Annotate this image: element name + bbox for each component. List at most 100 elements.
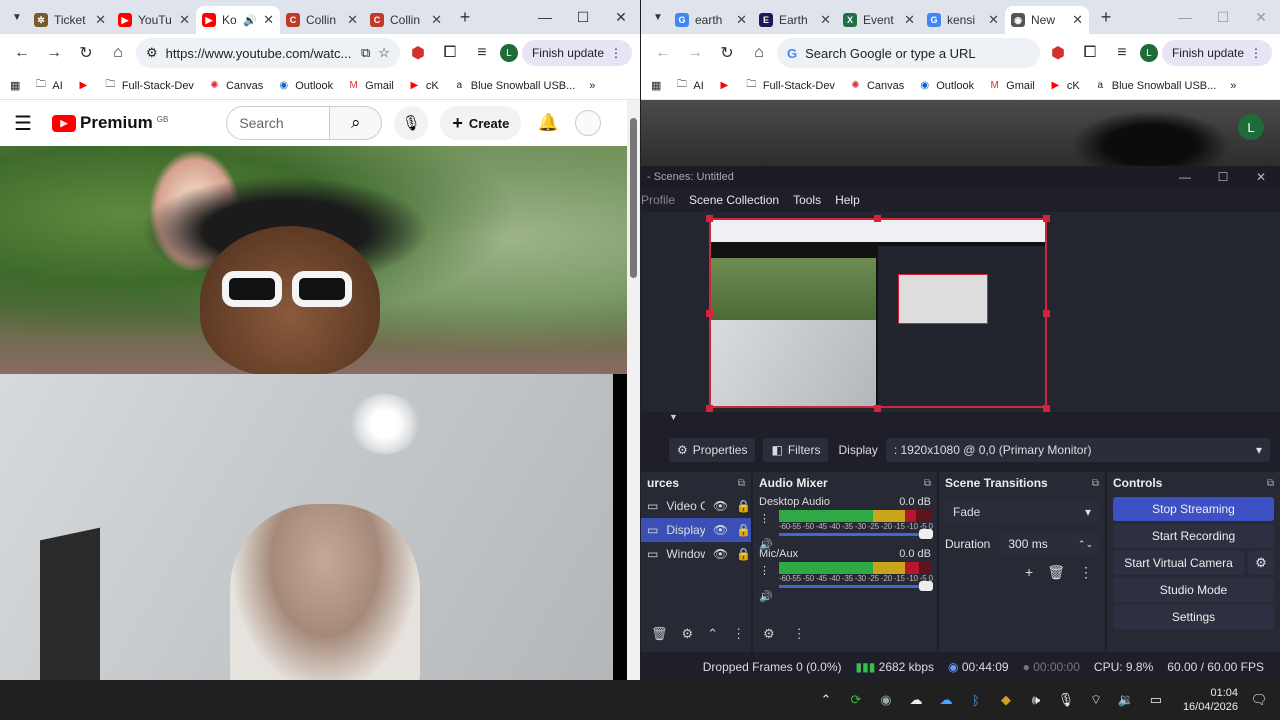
maximize-icon[interactable]: ☐ — [1204, 0, 1242, 34]
extensions-puzzle-icon[interactable]: ⧠ — [1076, 39, 1104, 67]
network-cloud-icon[interactable]: ☁ — [907, 692, 925, 708]
apps-grid-icon[interactable]: ▦ — [10, 79, 20, 92]
media-controls-icon[interactable]: ≡ — [1108, 39, 1136, 67]
scrollbar-thumb[interactable] — [630, 118, 637, 278]
adblock-extension-icon[interactable]: ⬢ — [404, 39, 432, 67]
onedrive-icon[interactable]: ☁ — [937, 692, 955, 708]
lock-icon[interactable]: 🔒 — [736, 499, 751, 513]
install-app-icon[interactable]: ⧉ — [361, 45, 370, 61]
back-arrow-icon[interactable]: ← — [8, 39, 36, 67]
tab-1[interactable]: E Earth ✕ — [753, 6, 837, 34]
account-avatar[interactable] — [575, 110, 602, 136]
forward-arrow-icon[interactable]: → — [681, 39, 709, 67]
speaker-icon[interactable]: 🔊 — [243, 14, 257, 27]
kebab-menu-icon[interactable]: ⋮ — [1250, 46, 1262, 60]
preview-canvas[interactable] — [709, 218, 1047, 408]
forward-arrow-icon[interactable]: → — [40, 39, 68, 67]
bookmark-ck[interactable]: ▶ cK — [408, 79, 439, 92]
kebab-menu-icon[interactable]: ⋮ — [1079, 564, 1093, 581]
close-tab-icon[interactable]: ✕ — [179, 12, 190, 28]
bookmark-youtube[interactable]: ▶ — [77, 79, 90, 92]
tab-1[interactable]: ▶ YouTu ✕ — [112, 6, 196, 34]
add-plus-icon[interactable]: + — [1025, 564, 1033, 581]
wifi-icon[interactable]: ⌔ — [1087, 692, 1105, 708]
bookmark-full-stack-dev[interactable]: 🗀 Full-Stack-Dev — [104, 79, 194, 92]
source-item[interactable]: ▭ Video Cap 👁 🔒 — [641, 494, 751, 518]
bookmark-blue-snowball[interactable]: a Blue Snowball USB... — [1094, 79, 1216, 92]
site-info-icon[interactable]: ⚙ — [146, 45, 158, 61]
kebab-menu-icon[interactable]: ⋮ — [732, 626, 745, 642]
adblock-extension-icon[interactable]: ⬢ — [1044, 39, 1072, 67]
undock-icon[interactable]: ⧉ — [1092, 478, 1099, 489]
close-window-icon[interactable]: ✕ — [1242, 166, 1280, 188]
tab-search-dropdown-icon[interactable]: ▼ — [647, 6, 669, 28]
minimize-icon[interactable]: — — [1166, 0, 1204, 34]
security-shield-icon[interactable]: ◆ — [997, 692, 1015, 708]
transform-handle[interactable] — [706, 310, 713, 317]
media-controls-icon[interactable]: ≡ — [468, 39, 496, 67]
volume-slider[interactable] — [779, 529, 933, 539]
new-tab-plus-icon[interactable]: + — [452, 4, 478, 30]
notifications-bell-icon[interactable]: 🔔 — [533, 113, 563, 133]
system-clock[interactable]: 01:04 16/04/2026 — [1183, 686, 1238, 714]
properties-button[interactable]: ⚙ Properties — [669, 438, 756, 462]
bookmark-outlook[interactable]: ◉ Outlook — [918, 79, 974, 92]
microphone-icon[interactable]: 🎙 — [1057, 692, 1075, 708]
advanced-audio-gears-icon[interactable]: ⚙ — [763, 626, 775, 642]
home-icon[interactable]: ⌂ — [104, 39, 132, 67]
create-button[interactable]: + Create — [440, 106, 522, 140]
extensions-puzzle-icon[interactable]: ⧠ — [436, 39, 464, 67]
start-virtual-camera-button[interactable]: Start Virtual Camera — [1113, 551, 1244, 575]
bookmark-gmail[interactable]: M Gmail — [347, 79, 393, 92]
eye-visibility-icon[interactable]: 👁 — [713, 523, 728, 537]
menu-help[interactable]: Help — [835, 193, 860, 207]
obs-tray-icon[interactable]: ◉ — [877, 692, 895, 708]
close-window-icon[interactable]: ✕ — [602, 0, 640, 34]
close-tab-icon[interactable]: ✕ — [431, 12, 442, 28]
undock-icon[interactable]: ⧉ — [738, 478, 745, 489]
tab-0[interactable]: G earth ✕ — [669, 6, 753, 34]
tab-3[interactable]: C Collin ✕ — [280, 6, 364, 34]
close-tab-icon[interactable]: ✕ — [904, 12, 915, 28]
trash-icon[interactable]: 🗑 — [651, 626, 668, 642]
speaker-icon[interactable]: 🔊 — [759, 590, 773, 603]
tab-4-active[interactable]: ◉ New ✕ — [1005, 6, 1089, 34]
menu-profile[interactable]: Profile — [641, 193, 675, 207]
bluetooth-icon[interactable]: ᛒ — [967, 693, 985, 708]
undock-icon[interactable]: ⧉ — [1267, 478, 1274, 489]
close-tab-icon[interactable]: ✕ — [95, 12, 106, 28]
duration-spinbox[interactable]: 300 ms ⌃⌄ — [1000, 532, 1099, 556]
more-bookmarks-icon[interactable]: » — [1230, 80, 1236, 92]
close-tab-icon[interactable]: ✕ — [820, 12, 831, 28]
close-tab-icon[interactable]: ✕ — [736, 12, 747, 28]
move-up-icon[interactable]: ⌃ — [707, 626, 718, 642]
settings-button[interactable]: Settings — [1113, 605, 1274, 629]
slider-knob[interactable] — [919, 529, 933, 539]
transition-type-select[interactable]: Fade ▾ — [945, 500, 1099, 524]
bookmark-blue-snowball[interactable]: a Blue Snowball USB... — [453, 79, 575, 92]
gear-icon[interactable]: ⚙ — [682, 626, 694, 642]
lock-icon[interactable]: 🔒 — [736, 523, 751, 537]
trash-icon[interactable]: 🗑 — [1047, 564, 1065, 581]
sound-tray-icon[interactable]: 🕪 — [1027, 692, 1045, 708]
profile-avatar[interactable]: L — [1139, 44, 1158, 62]
studio-mode-button[interactable]: Studio Mode — [1113, 578, 1274, 602]
notification-center-icon[interactable]: 🗨 — [1250, 692, 1268, 708]
transform-handle[interactable] — [706, 215, 713, 222]
page-profile-avatar[interactable]: L — [1238, 114, 1264, 140]
channel-kebab-icon[interactable]: ⋮ — [759, 512, 770, 525]
finish-update-button[interactable]: Finish update ⋮ — [521, 40, 632, 66]
maximize-icon[interactable]: ☐ — [564, 0, 602, 34]
eye-visibility-icon[interactable]: 👁 — [713, 499, 728, 513]
tab-4[interactable]: C Collin ✕ — [364, 6, 448, 34]
spinner-arrows-icon[interactable]: ⌃⌄ — [1078, 539, 1093, 550]
bookmark-star-icon[interactable]: ☆ — [378, 45, 390, 61]
stop-streaming-button[interactable]: Stop Streaming — [1113, 497, 1274, 521]
reload-icon[interactable]: ↻ — [713, 39, 741, 67]
transform-handle[interactable] — [1043, 310, 1050, 317]
bookmark-ck[interactable]: ▶ cK — [1049, 79, 1080, 92]
battery-icon[interactable]: ▭ — [1147, 692, 1165, 708]
home-icon[interactable]: ⌂ — [745, 39, 773, 67]
volume-slider[interactable] — [779, 581, 933, 591]
bookmark-ai[interactable]: 🗀 AI — [675, 79, 704, 92]
